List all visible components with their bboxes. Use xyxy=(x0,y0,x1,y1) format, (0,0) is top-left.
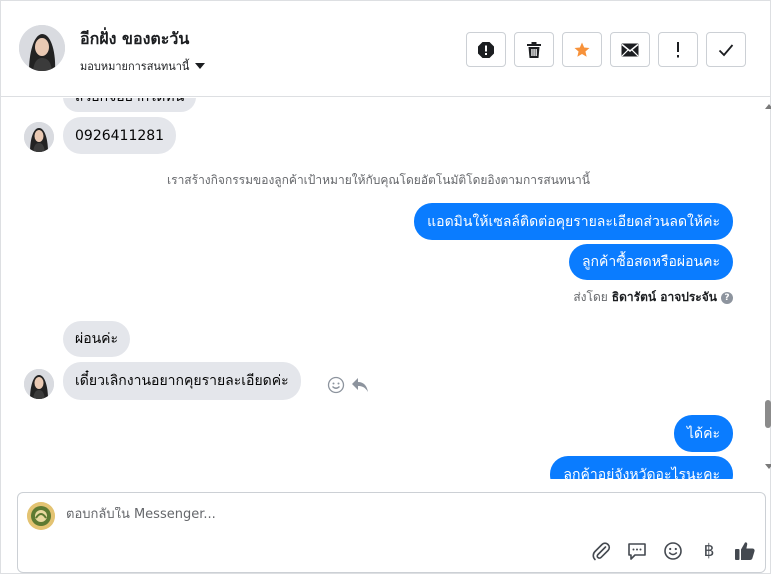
message-outgoing: ลูกค้าซื้อสดหรือผ่อนคะ xyxy=(568,244,733,280)
scroll-down-arrow-icon[interactable] xyxy=(765,464,771,469)
message-text: 0926411281 xyxy=(75,127,165,144)
conversation-scrollbar[interactable] xyxy=(764,98,771,478)
assign-label: มอบหมายการสนทนานี้ xyxy=(80,60,190,73)
assign-conversation-dropdown[interactable]: มอบหมายการสนทนานี้ xyxy=(80,57,206,75)
message-text: ผ่อนค่ะ xyxy=(75,331,119,347)
chat-header: อีกฝั่ง ของตะวัน มอบหมายการสนทนานี้ xyxy=(1,1,770,97)
contact-avatar-small[interactable] xyxy=(24,122,54,152)
contact-avatar-small[interactable] xyxy=(24,369,54,399)
message-outgoing: ได้ค่ะ xyxy=(673,415,733,452)
sender-name: ธิดารัตน์ อาจประจัน xyxy=(611,290,717,304)
message-incoming: เดี๋ยวเลิกงานอยากคุยรายละเอียดค่ะ xyxy=(63,362,301,400)
mark-done-button[interactable] xyxy=(706,32,746,67)
message-text: ลูกค้าอยู่จังหวัดอะไรนะคะ xyxy=(563,466,720,480)
smiley-react-icon[interactable] xyxy=(327,376,345,398)
message-text: ได้ค่ะ xyxy=(686,425,720,442)
page-logo xyxy=(27,502,55,530)
reply-icon[interactable] xyxy=(351,377,369,397)
contact-name[interactable]: อีกฝั่ง ของตะวัน xyxy=(80,27,189,52)
help-icon[interactable]: ? xyxy=(721,291,733,304)
thumbs-up-icon[interactable] xyxy=(734,540,756,562)
chat-window: อีกฝั่ง ของตะวัน มอบหมายการสนทนานี้ 0926… xyxy=(0,0,771,574)
contact-avatar[interactable] xyxy=(19,25,65,71)
envelope-icon xyxy=(621,43,639,57)
payment-baht-icon[interactable]: ฿ xyxy=(698,540,720,562)
system-notice: เราสร้างกิจกรรมของลูกค้าเป้าหมายให้กับคุ… xyxy=(167,173,590,187)
message-incoming: ผ่อนค่ะ xyxy=(63,321,131,357)
message-outgoing: ลูกค้าอยู่จังหวัดอะไรนะคะ xyxy=(550,456,733,479)
star-button[interactable] xyxy=(562,32,602,67)
message-incoming: สวยกิจอยากได้ทิน xyxy=(63,98,197,112)
trash-icon xyxy=(526,41,542,59)
exclamation-icon xyxy=(675,41,681,58)
reply-input[interactable] xyxy=(66,507,726,522)
reply-composer: ฿ xyxy=(17,492,766,573)
alert-octagon-icon xyxy=(477,41,495,59)
follow-up-button[interactable] xyxy=(658,32,698,67)
mark-unread-button[interactable] xyxy=(610,32,650,67)
sent-by-label: ส่งโดย ธิดารัตน์ อาจประจัน ? xyxy=(573,288,733,307)
caret-down-icon xyxy=(195,63,206,69)
message-text: ลูกค้าซื้อสดหรือผ่อนคะ xyxy=(581,254,720,270)
scroll-up-arrow-icon[interactable] xyxy=(765,104,771,109)
paperclip-icon[interactable] xyxy=(590,540,612,562)
composer-tools: ฿ xyxy=(590,540,756,562)
check-icon xyxy=(718,43,734,57)
mark-spam-button[interactable] xyxy=(466,32,506,67)
star-icon xyxy=(573,41,591,59)
message-actions xyxy=(327,376,369,398)
message-outgoing: แอดมินให้เซลล์ติดต่อคุยรายละเอียดส่วนลดใ… xyxy=(414,203,733,240)
scrollbar-thumb[interactable] xyxy=(765,400,771,428)
conversation-thread[interactable]: สวยกิจอยากได้ทิน 0926411281 เราสร้างกิจก… xyxy=(1,98,764,479)
message-text: แอดมินให้เซลล์ติดต่อคุยรายละเอียดส่วนลดใ… xyxy=(427,213,720,230)
emoji-icon[interactable] xyxy=(662,540,684,562)
message-incoming: 0926411281 xyxy=(63,117,177,154)
saved-replies-icon[interactable] xyxy=(626,540,648,562)
header-actions xyxy=(466,32,746,67)
delete-button[interactable] xyxy=(514,32,554,67)
message-text: เดี๋ยวเลิกงานอยากคุยรายละเอียดค่ะ xyxy=(75,373,289,389)
